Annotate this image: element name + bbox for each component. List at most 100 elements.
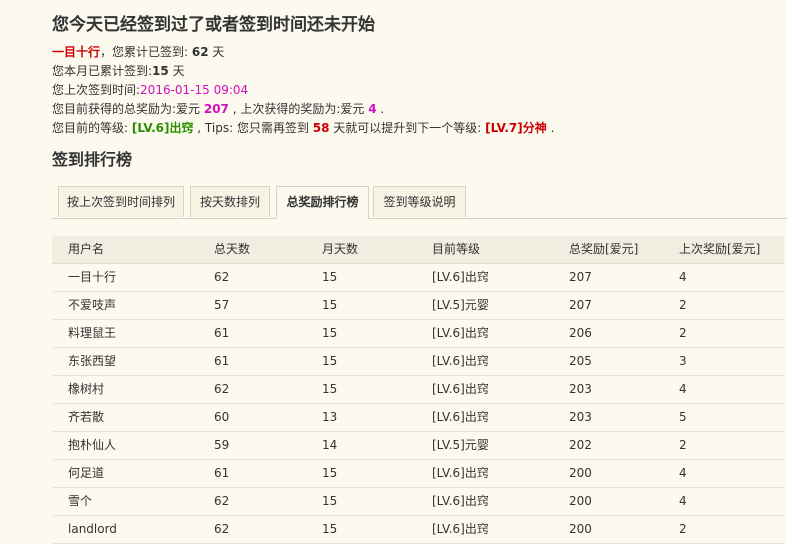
cell-month-days: 15 [322,494,338,508]
cell-last-reward: 2 [679,522,687,536]
header-month-days: 月天数 [322,242,359,256]
header-total-reward: 总奖励[爱元] [569,242,639,256]
cell-total-reward: 203 [569,410,592,424]
cell-total-reward: 200 [569,494,592,508]
info-unit: 天 [168,64,185,78]
table-row: 何足道 61 15 [LV.6]出窍 200 4 [52,460,784,488]
header-username: 用户名 [68,242,105,256]
table-row: landlord 62 15 [LV.6]出窍 200 2 [52,516,784,544]
info-month-days: 您本月已累计签到:15 天 [52,62,554,81]
cell-last-reward: 4 [679,270,687,284]
cell-month-days: 15 [322,270,338,284]
days-needed-value: 58 [312,121,330,135]
cell-username[interactable]: 雪个 [68,488,92,515]
info-text: . [376,102,385,116]
cell-month-days: 15 [322,354,338,368]
cell-total-days: 61 [214,354,230,368]
cell-month-days: 15 [322,298,338,312]
cell-total-days: 61 [214,466,230,480]
info-text: ，您累计已签到: [100,45,192,59]
cell-level: [LV.6]出窍 [432,522,489,536]
cell-last-reward: 2 [679,298,687,312]
cell-total-reward: 205 [569,354,592,368]
cell-level: [LV.6]出窍 [432,270,489,284]
info-text: , 上次获得的奖励为:爱元 [228,102,369,116]
last-reward-value: 4 [368,102,377,116]
cell-level: [LV.5]元婴 [432,438,489,452]
username-link[interactable]: 一目十行 [52,45,100,59]
cell-last-reward: 4 [679,466,687,480]
tab-by-last-sign-time[interactable]: 按上次签到时间排列 [58,186,184,217]
cell-total-days: 62 [214,270,230,284]
ranking-table: 用户名 总天数 月天数 目前等级 总奖励[爱元] 上次奖励[爱元] 一目十行 62… [52,236,784,544]
ranking-title: 签到排行榜 [52,150,133,169]
cell-last-reward: 4 [679,382,687,396]
cell-total-days: 61 [214,326,230,340]
last-sign-time-value: 2016-01-15 09:04 [140,83,249,97]
ranking-tabs: 按上次签到时间排列 按天数排列 总奖励排行榜 签到等级说明 [52,186,787,219]
cell-last-reward: 2 [679,326,687,340]
table-row: 料理鼠王 61 15 [LV.6]出窍 206 2 [52,320,784,348]
cell-total-reward: 202 [569,438,592,452]
cell-total-reward: 206 [569,326,592,340]
cell-month-days: 15 [322,382,338,396]
cell-total-reward: 207 [569,270,592,284]
cell-total-days: 60 [214,410,230,424]
cell-month-days: 14 [322,438,338,452]
tab-total-reward-ranking[interactable]: 总奖励排行榜 [276,186,369,219]
cell-level: [LV.6]出窍 [432,494,489,508]
cell-total-days: 62 [214,494,230,508]
current-level-value: [LV.6]出窍 [131,121,194,135]
cell-username[interactable]: 一目十行 [68,264,116,291]
cell-last-reward: 2 [679,438,687,452]
cell-level: [LV.5]元婴 [432,298,489,312]
cell-level: [LV.6]出窍 [432,466,489,480]
table-row: 一目十行 62 15 [LV.6]出窍 207 4 [52,264,784,292]
cell-total-days: 62 [214,522,230,536]
cell-level: [LV.6]出窍 [432,326,489,340]
tab-level-description[interactable]: 签到等级说明 [373,186,466,217]
info-text: , Tips: 您只需再签到 [193,121,313,135]
table-header-row: 用户名 总天数 月天数 目前等级 总奖励[爱元] 上次奖励[爱元] [52,236,784,264]
info-total-days: 一目十行，您累计已签到: 62 天 [52,43,554,62]
tab-by-days[interactable]: 按天数排列 [190,186,270,217]
table-row: 雪个 62 15 [LV.6]出窍 200 4 [52,488,784,516]
cell-level: [LV.6]出窍 [432,354,489,368]
table-row: 不爱吱声 57 15 [LV.5]元婴 207 2 [52,292,784,320]
cell-total-reward: 200 [569,466,592,480]
info-text: 您目前的等级: [52,121,132,135]
cell-username[interactable]: 齐若散 [68,404,104,431]
cell-username[interactable]: 橡树村 [68,376,104,403]
cell-total-reward: 207 [569,298,592,312]
header-last-reward: 上次奖励[爱元] [679,242,761,256]
cell-level: [LV.6]出窍 [432,410,489,424]
table-body: 一目十行 62 15 [LV.6]出窍 207 4 不爱吱声 57 15 [LV.5]元婴 207 2… [52,264,784,544]
cell-last-reward: 5 [679,410,687,424]
cell-username[interactable]: 不爱吱声 [68,292,116,319]
cell-username[interactable]: 东张西望 [68,348,116,375]
cell-month-days: 15 [322,466,338,480]
info-level: 您目前的等级: [LV.6]出窍 , Tips: 您只需再签到 58 天就可以提… [52,119,554,138]
cell-total-reward: 203 [569,382,592,396]
info-text: . [546,121,555,135]
cell-username[interactable]: 抱朴仙人 [68,432,116,459]
cell-total-days: 59 [214,438,230,452]
header-level: 目前等级 [432,242,481,256]
cell-username[interactable]: 料理鼠王 [68,320,116,347]
cell-last-reward: 4 [679,494,687,508]
sign-info-block: 一目十行，您累计已签到: 62 天 您本月已累计签到:15 天 您上次签到时间:… [52,43,554,138]
cell-month-days: 15 [322,522,338,536]
table-row: 抱朴仙人 59 14 [LV.5]元婴 202 2 [52,432,784,460]
total-days-value: 62 [191,45,209,59]
next-level-value: [LV.7]分神 [485,121,547,135]
info-text: 您本月已累计签到: [52,64,153,78]
cell-username[interactable]: landlord [68,516,117,543]
table-row: 齐若散 60 13 [LV.6]出窍 203 5 [52,404,784,432]
notice-heading: 您今天已经签到过了或者签到时间还未开始 [52,15,375,35]
info-text: 您上次签到时间: [52,83,141,97]
table-row: 东张西望 61 15 [LV.6]出窍 205 3 [52,348,784,376]
table-row: 橡树村 62 15 [LV.6]出窍 203 4 [52,376,784,404]
info-text: 您目前获得的总奖励为:爱元 [52,102,204,116]
cell-month-days: 13 [322,410,338,424]
cell-username[interactable]: 何足道 [68,460,104,487]
